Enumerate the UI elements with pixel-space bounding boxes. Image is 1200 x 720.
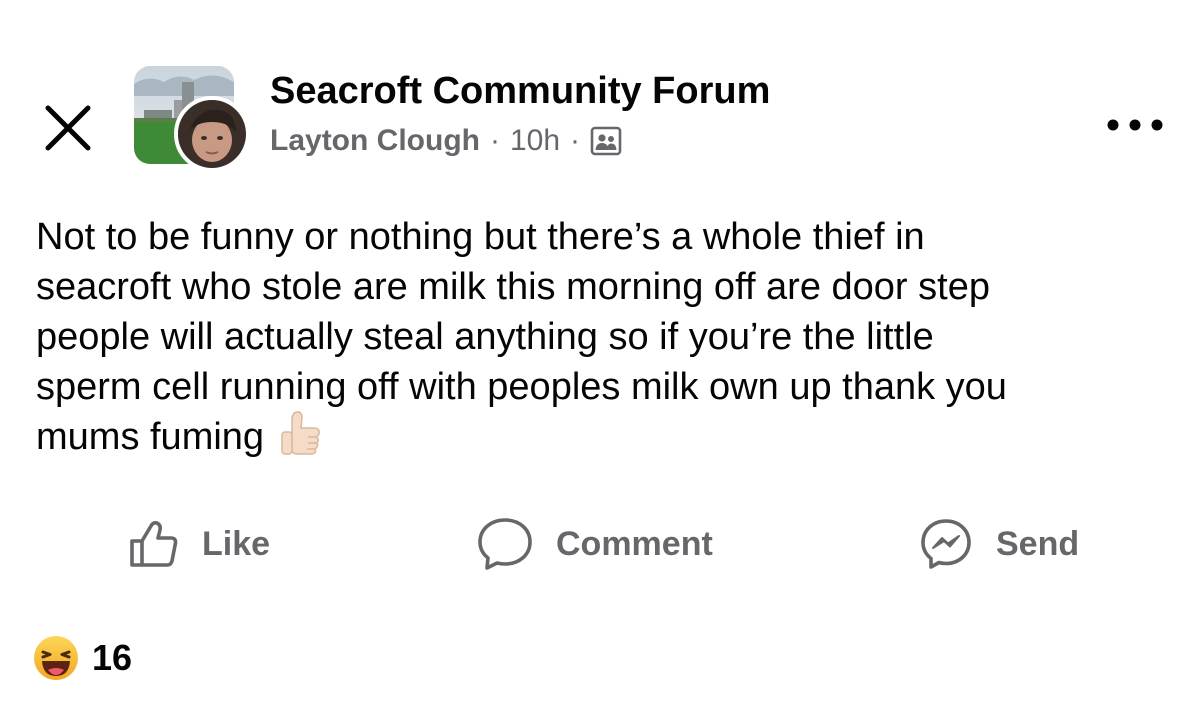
meta-separator: · [570,124,581,157]
post-text-line: mums fuming [36,416,265,458]
post-time[interactable]: 10h [510,124,560,158]
comment-button[interactable]: Comment [476,512,713,576]
post-body: Not to be funny or nothing but there’s a… [36,212,1176,462]
send-label: Send [996,524,1080,563]
messenger-icon [921,519,971,569]
author-name[interactable]: Layton Clough [270,124,480,158]
reaction-summary[interactable]: 16 [32,634,132,682]
post-text-line-last: mums fuming [36,411,1176,462]
post-avatar-group[interactable] [134,66,252,172]
reaction-count: 16 [92,637,133,678]
group-name[interactable]: Seacroft Community Forum [270,70,770,113]
post-text-line: people will actually steal anything so i… [36,316,934,358]
haha-reaction-icon [34,636,78,680]
more-options-button[interactable] [1100,108,1170,142]
thumbs-up-emoji-icon [272,406,328,462]
like-button[interactable]: Like [126,512,270,576]
comment-label: Comment [556,524,713,563]
close-button[interactable] [40,100,96,156]
more-horizontal-icon [1107,119,1163,131]
thumbs-up-icon [130,521,178,567]
like-label: Like [202,524,271,563]
post-meta: Layton Clough · 10h · [270,124,622,158]
post-text-line: seacroft who stole are milk this morning… [36,266,990,308]
post-text-line: Not to be funny or nothing but there’s a… [36,216,925,258]
send-button[interactable]: Send [918,512,1079,576]
group-members-icon [590,125,622,157]
user-avatar[interactable] [174,96,250,172]
post-text-line: sperm cell running off with peoples milk… [36,366,1007,408]
meta-separator: · [489,124,500,157]
close-icon [45,105,91,151]
comment-bubble-icon [478,518,532,570]
